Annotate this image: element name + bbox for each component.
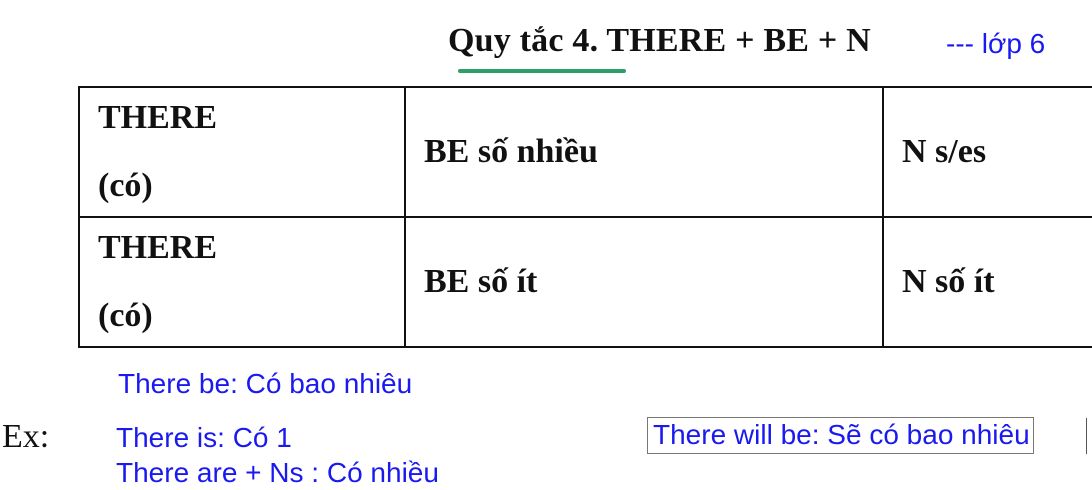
subject-cell: THERE (có): [78, 216, 406, 348]
verb-cell: BE số nhiều: [404, 86, 884, 218]
there-is-note: There is: Có 1: [116, 422, 292, 453]
there-be-note: There be: Có bao nhiêu: [118, 368, 413, 399]
noun-cell: N s/es: [882, 86, 1092, 218]
example-label: Ex:: [2, 418, 50, 455]
there-are-note: There are + Ns : Có nhiều: [116, 457, 439, 488]
verb-cell: BE số ít: [404, 216, 884, 348]
there-will-be-textbox[interactable]: There will be: Sẽ có bao nhiêu: [647, 417, 1034, 454]
subject-text: THERE: [98, 99, 218, 136]
subject-cell: THERE (có): [78, 86, 406, 218]
noun-cell: N số ít: [882, 216, 1092, 348]
subject-note: (có): [98, 297, 153, 334]
text-cursor: [1086, 418, 1087, 454]
table-row: THERE (có) BE số nhiều N s/es: [78, 86, 1092, 218]
rule-table: THERE (có) BE số nhiều N s/es THERE (có)…: [78, 86, 1092, 348]
grade-note: --- lớp 6: [946, 28, 1046, 59]
subject-note: (có): [98, 167, 153, 204]
table-row: THERE (có) BE số ít N số ít: [78, 216, 1092, 348]
rule-title: Quy tắc 4. THERE + BE + N: [448, 22, 871, 59]
title-underline: [458, 69, 626, 73]
subject-text: THERE: [98, 229, 218, 266]
